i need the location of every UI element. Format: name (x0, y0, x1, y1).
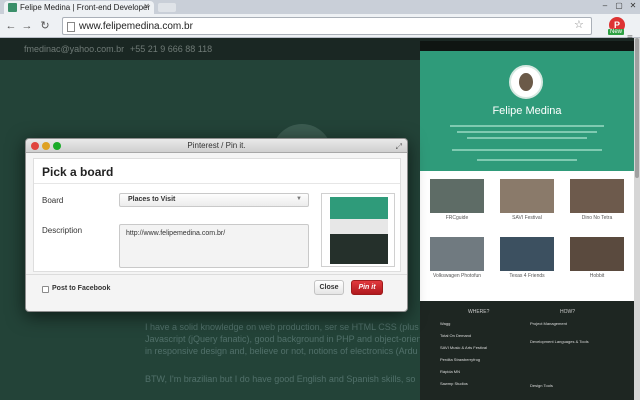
post-to-facebook-label[interactable]: Post to Facebook (52, 285, 110, 292)
project-caption: Dino No Tetra (581, 215, 613, 221)
maximize-icon[interactable]: ▢ (612, 1, 626, 11)
project-thumb[interactable] (430, 179, 484, 213)
contact-phone: +55 21 9 666 88 118 (130, 44, 213, 54)
board-label: Board (42, 196, 64, 205)
project-caption: Volkswagen Photofun (432, 273, 482, 279)
project-thumb[interactable] (430, 237, 484, 271)
preview-bio-line (457, 131, 597, 133)
where-item: Sawmp Studios (440, 381, 468, 386)
tab-bar: Felipe Medina | Front-end Developer ✕ – … (0, 0, 640, 14)
board-select[interactable]: Places to Visit ▼ (119, 193, 309, 207)
page-preview: Felipe Medina FRCguide SAVI Festival Din… (420, 41, 634, 400)
board-select-value: Places to Visit (128, 196, 176, 203)
description-field[interactable]: http://www.felipemedina.com.br/ (119, 224, 309, 268)
preview-nav (420, 41, 634, 51)
page-scrollbar[interactable] (634, 38, 640, 400)
close-light-icon[interactable] (31, 142, 39, 150)
pin-it-button[interactable]: Pin it (351, 280, 383, 295)
project-thumb[interactable] (570, 237, 624, 271)
project-caption: FRCguide (445, 215, 469, 221)
body-text-2: Javascript (jQuery fanatic), good backgr… (145, 334, 452, 344)
pin-form: Pick a board Board Places to Visit ▼ Des… (33, 158, 401, 272)
project-caption: Hobbit (589, 273, 605, 279)
extension-badge: New (608, 29, 625, 35)
thumb-footer (330, 234, 388, 264)
project-caption: Texas 4 Friends (509, 273, 545, 279)
where-item: Rápida MN (440, 369, 461, 374)
where-item: Wagg (440, 321, 451, 326)
url-text: www.felipemedina.com.br (79, 21, 193, 32)
browser-tab[interactable]: Felipe Medina | Front-end Developer ✕ (4, 1, 154, 14)
chevron-down-icon: ▼ (296, 196, 302, 202)
dialog-footer (26, 274, 407, 313)
page-icon (67, 22, 75, 32)
dialog-titlebar: Pinterest / Pin it. ⤢ (26, 139, 407, 153)
minimize-light-icon[interactable] (42, 142, 50, 150)
new-tab-button[interactable] (158, 3, 176, 12)
dialog-title: Pinterest / Pin it. (187, 141, 246, 150)
divider (34, 183, 400, 184)
favicon-icon (8, 3, 17, 12)
pin-image-preview (321, 193, 395, 267)
where-item: Total On Demand (440, 333, 472, 338)
dialog-heading: Pick a board (42, 165, 114, 179)
preview-bio-line (467, 137, 587, 139)
preview-footer: WHERE? HOW? Wagg Total On Demand SAVI Mu… (420, 301, 634, 400)
browser-toolbar: ← → ↻ www.felipemedina.com.br ☆ ≡ (0, 14, 640, 44)
where-item: SAVI Music & Arts Festival (440, 345, 488, 350)
preview-hero: Felipe Medina (420, 51, 634, 171)
tab-title: Felipe Medina | Front-end Developer (20, 3, 151, 12)
how-item: Design Tools (530, 383, 553, 388)
address-bar[interactable]: www.felipemedina.com.br (62, 17, 592, 35)
preview-bio-line (477, 159, 577, 161)
how-item: Project Management (530, 321, 567, 326)
close-window-icon[interactable]: ✕ (626, 1, 640, 11)
project-thumb[interactable] (500, 237, 554, 271)
fullscreen-icon[interactable]: ⤢ (396, 140, 402, 154)
where-heading: WHERE? (468, 309, 490, 315)
pinterest-dialog: Pinterest / Pin it. ⤢ Pick a board Board… (25, 138, 408, 312)
forward-icon[interactable]: → (20, 19, 34, 33)
how-item: Development Languages & Tools (530, 339, 589, 344)
contact-email[interactable]: fmedinac@yahoo.com.br (24, 44, 124, 54)
description-label: Description (42, 226, 83, 235)
reload-icon[interactable]: ↻ (38, 19, 52, 33)
close-tab-icon[interactable]: ✕ (143, 2, 150, 11)
scrollbar-thumb[interactable] (635, 38, 639, 178)
thumb-grid (330, 219, 388, 234)
zoom-light-icon[interactable] (53, 142, 61, 150)
project-thumb[interactable] (500, 179, 554, 213)
preview-bio-line (452, 149, 602, 151)
project-caption: SAVI Festival (512, 215, 542, 221)
body-text-4: BTW, I'm brazilian but I do have good En… (145, 374, 416, 384)
back-icon[interactable]: ← (4, 19, 18, 33)
preview-name: Felipe Medina (492, 105, 562, 117)
close-button[interactable]: Close (314, 280, 344, 295)
preview-project-grid: FRCguide SAVI Festival Dino No Tetra Vol… (420, 171, 634, 301)
preview-bio-line (450, 125, 604, 127)
preview-avatar (509, 65, 543, 99)
post-to-facebook-checkbox[interactable] (42, 286, 49, 293)
how-heading: HOW? (560, 309, 575, 315)
bookmark-star-icon[interactable]: ☆ (574, 18, 584, 31)
thumb-hero (330, 197, 388, 219)
minimize-icon[interactable]: – (598, 1, 612, 11)
project-thumb[interactable] (570, 179, 624, 213)
body-text-3: in responsive design and, believe or not… (145, 346, 418, 356)
where-item: Perdita Strawberryfrog (440, 357, 481, 362)
